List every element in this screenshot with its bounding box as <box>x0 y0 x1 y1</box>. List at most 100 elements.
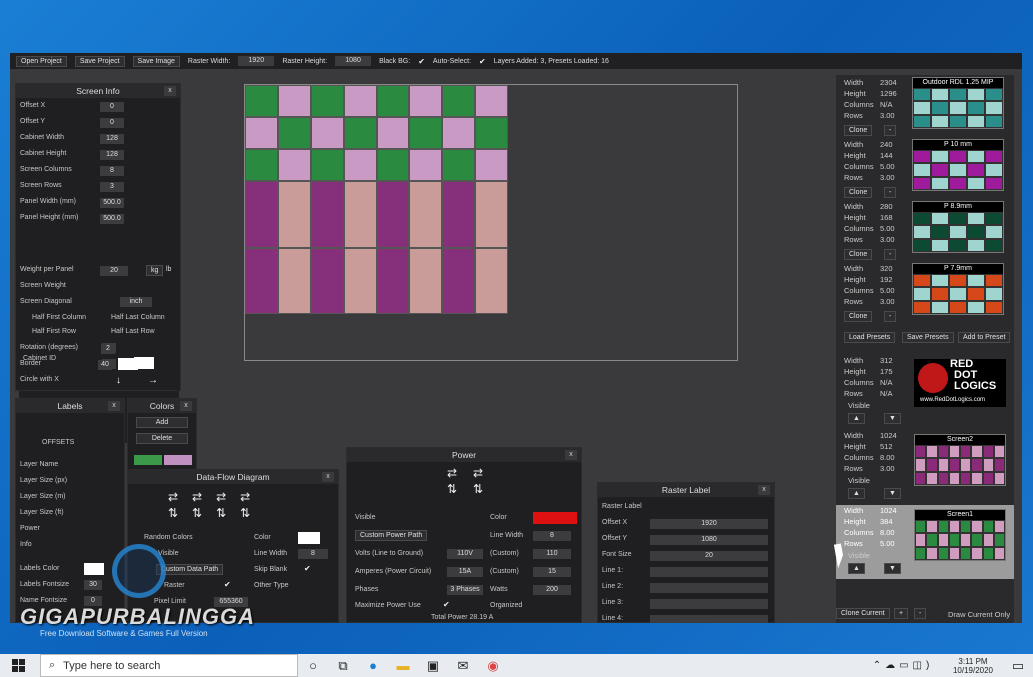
cabinet-tile[interactable] <box>310 117 344 149</box>
cabinet-tile[interactable] <box>409 85 443 117</box>
preset-item[interactable]: Width 2304 Height 1296 Columns N/A Rows 3.00 Clo… <box>836 77 1014 139</box>
line-width-input[interactable]: 8 <box>298 549 328 559</box>
close-icon[interactable]: x <box>164 86 176 96</box>
flow-direction-icons-2[interactable]: ⇅⇅⇅⇅ <box>168 506 264 520</box>
cabinet-tile[interactable] <box>343 85 377 117</box>
screen-info-value[interactable]: 3 <box>100 182 124 192</box>
raster-checkbox[interactable]: ✔ <box>224 580 231 589</box>
raster-label-field-input[interactable] <box>650 567 768 577</box>
color-swatch-pink[interactable] <box>164 455 192 465</box>
half-last-column-label[interactable]: Half Last Column <box>111 314 165 321</box>
file-explorer-icon[interactable]: ▬ <box>388 654 418 677</box>
layer-item[interactable]: Width 312 Height 175 Columns N/A Rows N/A Visibl… <box>836 355 1014 429</box>
load-presets-button[interactable]: Load Presets <box>844 332 896 343</box>
screen-info-value[interactable]: 500.0 <box>100 214 124 224</box>
cabinet-tile[interactable] <box>376 149 410 181</box>
screen-info-value[interactable]: 0 <box>100 102 124 112</box>
watts-input[interactable]: 200 <box>533 585 571 595</box>
cabinet-tile[interactable] <box>277 247 311 314</box>
close-icon[interactable]: x <box>758 485 770 495</box>
cabinet-tile[interactable] <box>245 85 278 117</box>
save-image-button[interactable]: Save Image <box>132 55 180 67</box>
screen2-layer[interactable] <box>245 181 508 314</box>
close-icon[interactable]: x <box>565 450 577 460</box>
move-down-button[interactable]: ▼ <box>884 563 901 574</box>
system-tray-icons[interactable]: ⌃☁▭◫) <box>863 654 943 677</box>
volts-custom-input[interactable]: 110 <box>533 549 571 559</box>
cabinet-tile[interactable] <box>376 247 410 314</box>
cabinet-tile[interactable] <box>310 149 344 181</box>
clone-preset-button[interactable]: Clone <box>844 125 873 136</box>
add-to-preset-button[interactable]: Add to Preset <box>958 332 1011 343</box>
lb-button[interactable]: lb <box>166 266 171 273</box>
add-color-button[interactable]: Add <box>136 417 188 428</box>
custom-power-path-button[interactable]: Custom Power Path <box>355 530 428 541</box>
clone-current-button[interactable]: Clone Current <box>836 608 890 619</box>
raster-label-field-input[interactable] <box>650 615 768 623</box>
amps-custom-input[interactable]: 15 <box>533 567 571 577</box>
screen1-layer[interactable] <box>245 85 508 181</box>
skip-blank-checkbox[interactable]: ✔ <box>304 564 311 573</box>
taskbar-search-box[interactable]: ⌕ Type here to search <box>40 654 298 677</box>
cabinet-tile[interactable] <box>343 117 377 149</box>
cabinet-tile[interactable] <box>475 181 508 248</box>
half-first-column-label[interactable]: Half First Column <box>32 314 86 321</box>
raster-width-input[interactable]: 1920 <box>238 56 275 66</box>
arrow-right-icon[interactable]: → <box>148 375 158 386</box>
power-direction-icons[interactable]: ⇄⇄ <box>447 466 499 480</box>
cabinet-tile[interactable] <box>277 85 311 117</box>
auto-select-checkbox[interactable]: ✔ <box>479 57 486 66</box>
close-icon[interactable]: x <box>180 401 192 411</box>
custom-data-path-button[interactable]: Custom Data Path <box>156 564 224 575</box>
cabinet-tile[interactable] <box>475 117 508 149</box>
save-project-button[interactable]: Save Project <box>74 55 125 67</box>
preset-thumbnail[interactable]: P 10 mm <box>912 139 1004 191</box>
cabinet-tile[interactable] <box>245 181 278 248</box>
volts-select[interactable]: 110V <box>447 549 483 559</box>
label-option[interactable]: Layer Size (ft) <box>20 509 64 516</box>
raster-label-field-input[interactable]: 1080 <box>650 535 768 545</box>
layer-thumbnail[interactable]: Screen2 <box>914 434 1006 486</box>
preset-thumbnail[interactable]: P 7.9mm <box>912 263 1004 315</box>
cabinet-tile[interactable] <box>475 149 508 181</box>
cabinet-tile[interactable] <box>343 247 377 314</box>
preset-thumbnail[interactable]: P 8.9mm <box>912 201 1004 253</box>
cabinet-tile[interactable] <box>245 149 278 181</box>
close-icon[interactable]: x <box>322 472 334 482</box>
cabinet-tile[interactable] <box>409 149 443 181</box>
clone-preset-button[interactable]: Clone <box>844 249 873 260</box>
move-up-button[interactable]: ▲ <box>848 488 865 499</box>
store-icon[interactable]: ▣ <box>418 654 448 677</box>
cabinet-tile[interactable] <box>442 247 476 314</box>
cabinet-tile[interactable] <box>376 181 410 248</box>
clone-preset-button[interactable]: Clone <box>844 311 873 322</box>
cabinet-tile[interactable] <box>442 181 476 248</box>
screen-info-value[interactable]: 0 <box>100 118 124 128</box>
delete-color-button[interactable]: Delete <box>136 433 188 444</box>
raster-canvas[interactable] <box>244 84 738 361</box>
draw-current-only-label[interactable]: Draw Current Only <box>948 610 1010 619</box>
cabinet-tile[interactable] <box>310 85 344 117</box>
cabinet-id-input[interactable]: 40 <box>98 360 112 370</box>
phases-select[interactable]: 3 Phases <box>447 585 483 595</box>
remove-preset-button[interactable]: - <box>884 249 897 260</box>
cabinet-tile[interactable] <box>475 85 508 117</box>
edge-icon[interactable]: ● <box>358 654 388 677</box>
labels-fontsize-input[interactable]: 30 <box>84 580 102 590</box>
add-layer-button[interactable]: + <box>894 608 909 619</box>
cabinet-tile[interactable] <box>277 117 311 149</box>
cabinet-tile[interactable] <box>310 181 344 248</box>
cabinet-tile[interactable] <box>245 117 278 149</box>
cabinet-tile[interactable] <box>376 85 410 117</box>
move-up-button[interactable]: ▲ <box>848 413 865 424</box>
close-icon[interactable]: x <box>108 401 120 411</box>
remove-layer-button[interactable]: - <box>914 608 927 619</box>
cabinet-id-color-swatch[interactable] <box>118 358 138 370</box>
preset-item[interactable]: Width 320 Height 192 Columns 5.00 Rows 3.00 Clon… <box>836 263 1014 325</box>
power-color-swatch[interactable] <box>533 512 577 524</box>
task-view-icon[interactable]: ⧉ <box>328 654 358 677</box>
layer-item[interactable]: Width 1024 Height 384 Columns 8.00 Rows 5.00 Vis… <box>836 505 1014 579</box>
notification-icon[interactable]: ▭ <box>1003 654 1033 677</box>
cabinet-tile[interactable] <box>409 247 443 314</box>
cabinet-tile[interactable] <box>409 181 443 248</box>
